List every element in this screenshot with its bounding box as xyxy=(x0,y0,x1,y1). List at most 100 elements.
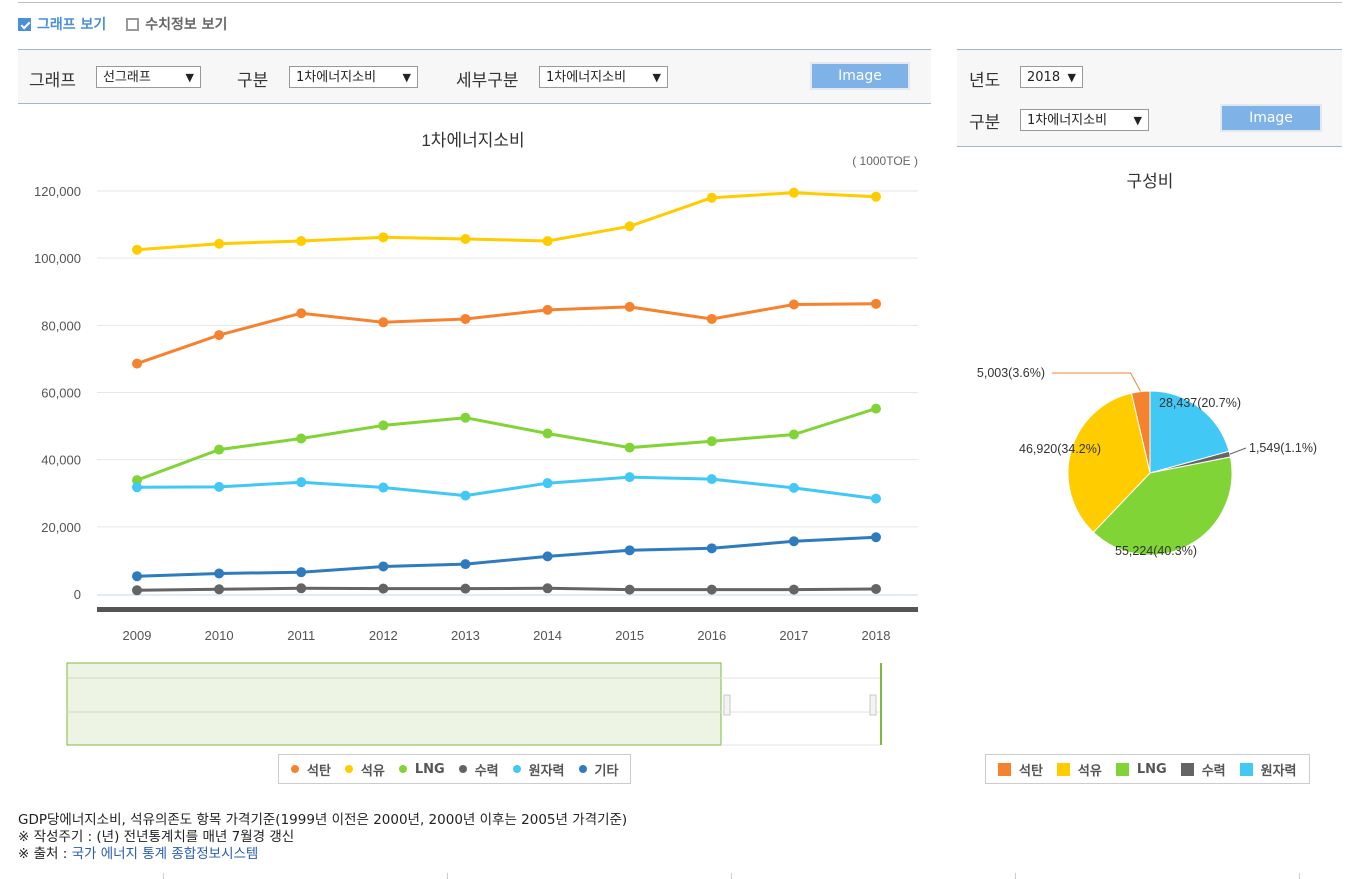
legend-label: LNG xyxy=(414,761,445,777)
data-point-lng xyxy=(542,428,553,439)
series-line-coal xyxy=(136,302,877,366)
data-point-lng xyxy=(296,433,307,444)
footer-source-prefix: ※ 출처 : xyxy=(18,846,72,862)
pie-chart-image-button[interactable]: Image xyxy=(1220,104,1322,132)
data-point-other xyxy=(460,559,471,570)
data-point-hydro xyxy=(296,583,307,594)
data-point-hydro xyxy=(542,583,553,594)
legend-label: 기타 xyxy=(594,763,619,779)
data-point-oil xyxy=(788,187,799,198)
x-tick-label: 2014 xyxy=(533,628,562,643)
pie-label-coal: 5,003(3.6%) xyxy=(977,366,1045,380)
data-point-oil xyxy=(624,221,635,232)
data-point-nuclear xyxy=(788,482,799,493)
pie-legend-item-nuclear[interactable]: 원자력 xyxy=(1239,760,1297,779)
x-tick-label: 2015 xyxy=(615,628,644,643)
y-tick-label: 0 xyxy=(74,587,81,602)
data-point-nuclear xyxy=(460,490,471,501)
pie-legend-item-oil[interactable]: 석유 xyxy=(1056,760,1102,779)
category-label: 구분 xyxy=(237,71,269,91)
footer-price-note: GDP당에너지소비, 석유의존도 항목 가격기준(1999년 이전은 2000년… xyxy=(18,812,628,828)
dropdown-arrow-icon: ▼ xyxy=(185,71,194,84)
data-point-coal xyxy=(296,308,307,319)
legend-item-oil[interactable]: 석유 xyxy=(344,760,385,779)
series-line-oil xyxy=(136,191,877,252)
graph-type-label: 그래프 xyxy=(29,71,76,91)
data-point-hydro xyxy=(788,584,799,595)
data-point-other xyxy=(706,543,717,554)
axis-scroll-bar xyxy=(97,607,918,612)
data-point-other xyxy=(378,561,389,572)
data-point-nuclear xyxy=(871,493,881,504)
navigator-end-marker xyxy=(880,663,882,745)
data-point-coal xyxy=(132,358,142,369)
pie-category-label: 구분 xyxy=(969,113,1001,133)
x-tick-label: 2017 xyxy=(779,628,808,643)
data-point-lng xyxy=(378,420,389,431)
range-navigator[interactable] xyxy=(60,660,890,750)
data-point-oil xyxy=(378,232,389,243)
y-tick-label: 60,000 xyxy=(41,386,81,401)
data-point-oil xyxy=(296,236,307,247)
legend-item-hydro[interactable]: 수력 xyxy=(458,760,499,779)
pie-legend-item-lng[interactable]: LNG xyxy=(1115,761,1167,777)
x-tick-label: 2018 xyxy=(862,628,891,643)
navigator-selected-range[interactable] xyxy=(66,662,722,746)
pie-leader-coal xyxy=(1052,372,1142,392)
data-point-hydro xyxy=(624,584,635,595)
footer-source-link[interactable]: 국가 에너지 통계 종합정보시스템 xyxy=(72,846,259,862)
subcategory-select[interactable]: 1차에너지소비 ▼ xyxy=(539,66,668,88)
data-point-coal xyxy=(214,330,225,341)
category-value: 1차에너지소비 xyxy=(296,70,377,85)
legend-label: 원자력 xyxy=(1260,763,1297,779)
navigator-left-handle[interactable] xyxy=(723,694,731,716)
legend-marker-icon xyxy=(1115,762,1129,776)
pie-title: 구성비 xyxy=(1127,172,1174,191)
data-point-hydro xyxy=(460,583,471,594)
legend-marker-icon xyxy=(1239,762,1253,776)
data-point-hydro xyxy=(706,584,717,595)
pie-leader-hydro xyxy=(1229,447,1247,455)
data-point-coal xyxy=(706,313,717,324)
x-tick-label: 2011 xyxy=(287,628,315,643)
pie-chart: 구성비 5,003(3.6%) 28,437(20.7%) 1,549(1.1%) 55… xyxy=(977,172,1317,558)
navigator-right-handle[interactable] xyxy=(869,694,877,716)
data-point-lng xyxy=(788,429,799,440)
bottom-tick xyxy=(163,873,164,879)
pie-category-select[interactable]: 1차에너지소비 ▼ xyxy=(1020,109,1149,131)
line-chart-image-button[interactable]: Image xyxy=(810,62,910,90)
dropdown-arrow-icon: ▼ xyxy=(1133,114,1142,127)
data-point-oil xyxy=(460,234,471,245)
x-tick-label: 2016 xyxy=(697,628,726,643)
legend-item-lng[interactable]: LNG xyxy=(398,761,445,777)
data-point-other xyxy=(542,551,553,562)
pie-legend-item-coal[interactable]: 석탄 xyxy=(998,760,1043,779)
graph-view-checkbox[interactable]: 그래프 보기 xyxy=(18,14,106,34)
graph-type-value: 선그래프 xyxy=(103,70,151,85)
bottom-tick xyxy=(447,873,448,879)
legend-item-nuclear[interactable]: 원자력 xyxy=(512,760,565,779)
numeric-view-checkbox[interactable]: 수치정보 보기 xyxy=(126,14,227,34)
series-line-other xyxy=(136,535,877,578)
data-point-lng xyxy=(460,412,471,423)
legend-item-coal[interactable]: 석탄 xyxy=(291,760,331,779)
data-point-oil xyxy=(214,238,225,249)
data-point-coal xyxy=(624,301,635,312)
legend-label: LNG xyxy=(1136,761,1167,777)
data-point-oil xyxy=(542,236,553,247)
pie-legend-item-hydro[interactable]: 수력 xyxy=(1180,760,1226,779)
graph-type-select[interactable]: 선그래프 ▼ xyxy=(96,66,201,88)
legend-label: 수력 xyxy=(474,763,499,779)
year-select[interactable]: 2018 ▼ xyxy=(1020,66,1083,88)
legend-item-other[interactable]: 기타 xyxy=(578,760,619,779)
data-point-oil xyxy=(132,244,142,255)
data-point-lng xyxy=(706,436,717,447)
data-point-hydro xyxy=(378,583,389,594)
category-select[interactable]: 1차에너지소비 ▼ xyxy=(289,66,418,88)
footer-cycle-note: ※ 작성주기 : (년) 전년통계치를 매년 7월경 갱신 xyxy=(18,829,295,845)
data-point-other xyxy=(132,571,142,582)
pie-label-lng: 55,224(40.3%) xyxy=(1115,544,1197,558)
pie-label-oil: 46,920(34.2%) xyxy=(1019,442,1101,456)
legend-marker-icon xyxy=(344,765,353,773)
bottom-tick xyxy=(1015,873,1016,879)
